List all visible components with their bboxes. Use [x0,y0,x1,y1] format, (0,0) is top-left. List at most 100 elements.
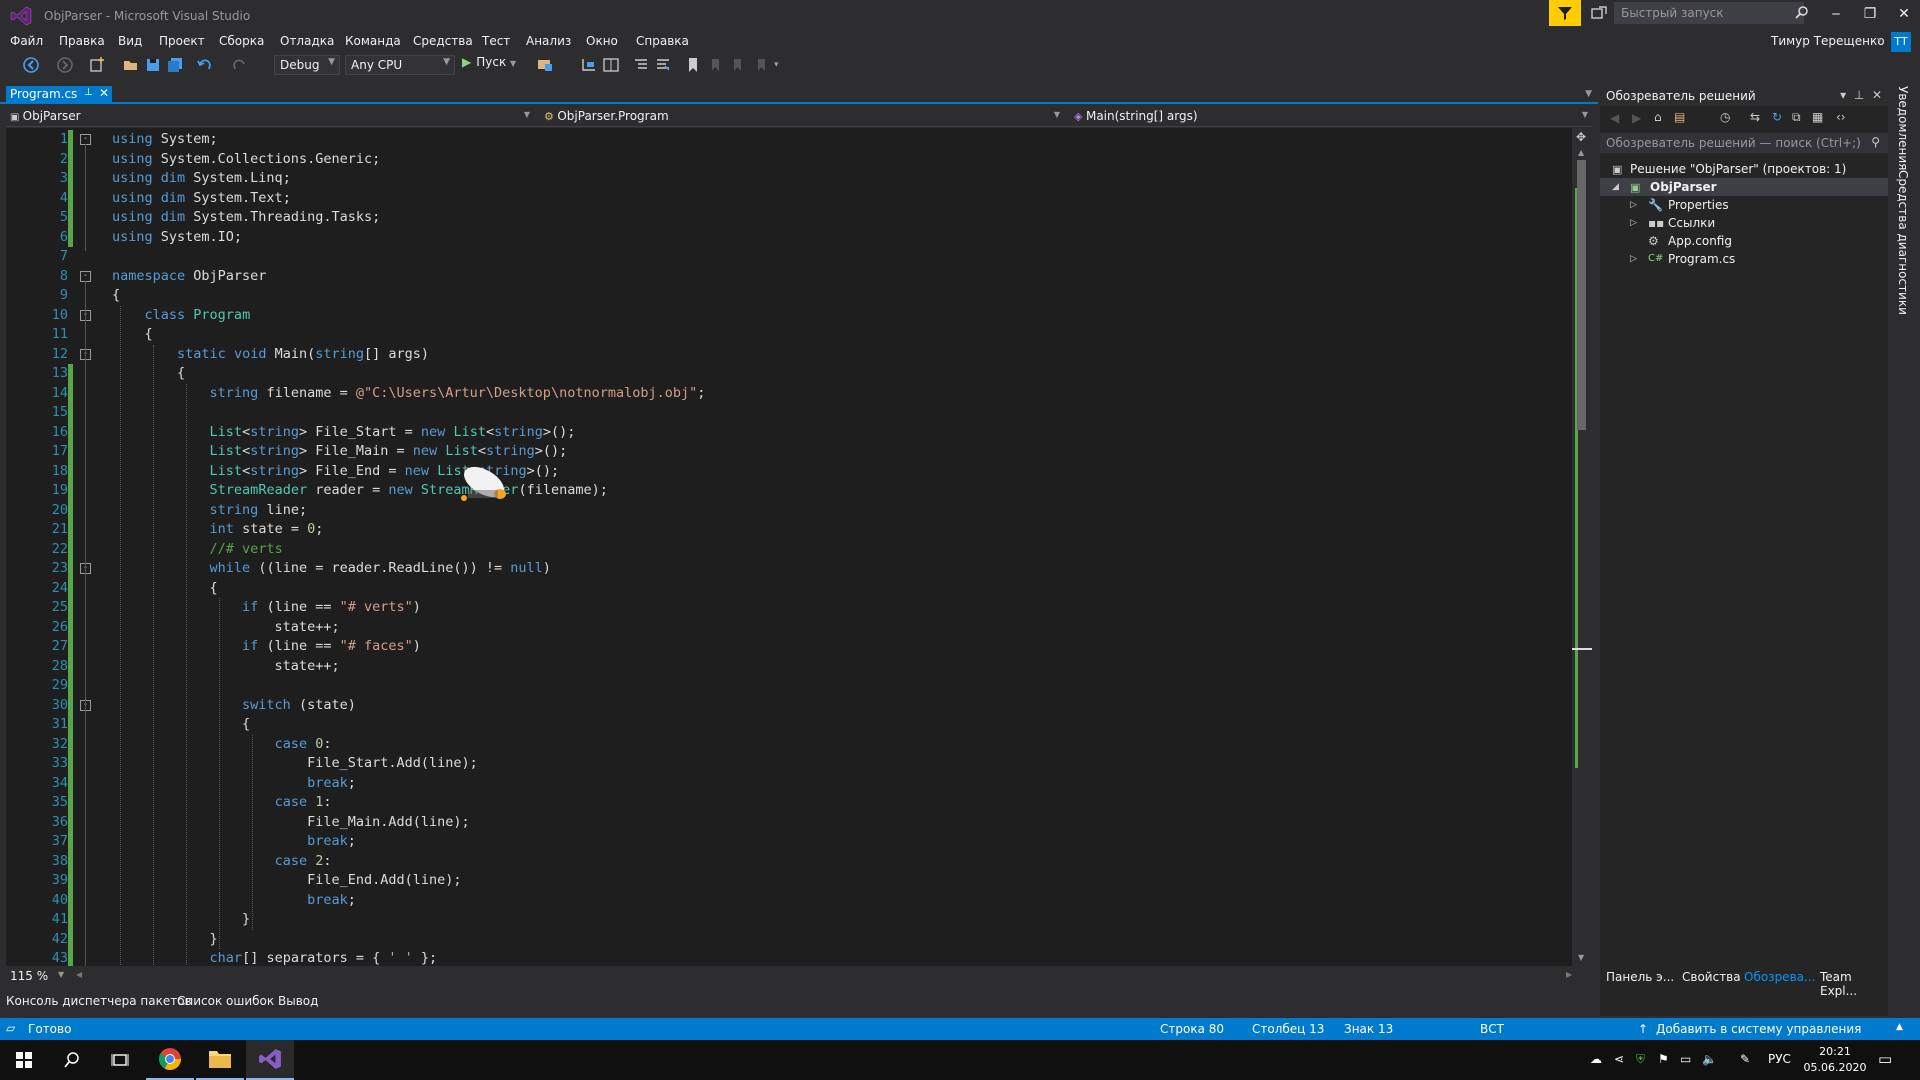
tab-error-list[interactable]: Список ошибок [177,994,274,1008]
close-button[interactable]: ✕ [1890,2,1918,26]
undo-icon[interactable] [196,56,214,74]
menu-edit[interactable]: Правка [59,32,105,50]
menu-file[interactable]: Файл [10,32,43,50]
sync-icon[interactable]: ⇆ [1750,110,1760,124]
code-line[interactable]: { [6,579,1574,599]
restore-button[interactable]: ❐ [1856,2,1884,26]
scroll-right-icon[interactable]: ▶ [1566,970,1572,979]
code-line[interactable]: { [6,286,1574,306]
code-editor[interactable]: 1 2 3 4 5 6 7 8 9 10 11 12 13 14 15 16 17 18 19 20 21 22 23 24 2… [6,128,1574,966]
onedrive-icon[interactable]: ☁ [1590,1052,1602,1066]
tab-program-cs[interactable]: Program.cs ⊥ ✕ [6,86,112,104]
refresh-icon[interactable]: ↻ [1772,110,1782,124]
code-line[interactable]: state++; [6,657,1574,677]
start-button[interactable] [0,1040,48,1080]
save-all-icon[interactable] [166,56,184,74]
language-indicator[interactable]: РУС [1768,1052,1791,1066]
code-line[interactable]: File_End.Add(line); [6,871,1574,891]
menu-debug[interactable]: Отладка [280,32,334,50]
code-line[interactable]: File_Main.Add(line); [6,813,1574,833]
code-line[interactable]: using dim System.Text; [6,189,1574,209]
code-line[interactable] [6,676,1574,696]
code-line[interactable]: StreamReader reader = new StreamReader(f… [6,481,1574,501]
tree-item-program-cs[interactable]: ▷ C# Program.cs [1600,250,1888,268]
menu-test[interactable]: Тест [482,32,510,50]
zoom-level[interactable]: 115 % [10,969,48,983]
code-line[interactable]: { [6,715,1574,735]
tab-output[interactable]: Вывод [278,994,318,1008]
menu-tools[interactable]: Средства [413,32,473,50]
pin-icon[interactable]: ⊥ [84,87,93,98]
user-menu-chevron-icon[interactable]: ▾ [1877,36,1882,46]
feedback-filter-button[interactable] [1549,0,1581,26]
menu-view[interactable]: Вид [118,32,142,50]
visual-studio-taskbar-app[interactable] [246,1040,294,1080]
menu-team[interactable]: Команда [345,32,401,50]
code-line[interactable]: { [6,325,1574,345]
scroll-thumb[interactable] [1577,160,1586,430]
redo-icon[interactable] [230,56,248,74]
code-line[interactable]: case 0: [6,735,1574,755]
clock[interactable]: 20:21 05.06.2020 [1800,1044,1870,1076]
code-line[interactable]: using dim System.Linq; [6,169,1574,189]
member-dropdown[interactable]: ◈ Main(string[] args) ▼ [1070,108,1592,126]
avatar[interactable]: ТТ [1891,32,1911,52]
scroll-left-icon[interactable]: ◀ [76,970,82,979]
code-line[interactable]: List<string> File_Main = new List<string… [6,442,1574,462]
split-window-icon[interactable]: ✥ [1576,130,1586,144]
step-icon[interactable] [580,56,598,74]
code-line[interactable]: string line; [6,501,1574,521]
search-icon[interactable] [1795,5,1809,19]
tab-package-manager-console[interactable]: Консоль диспетчера пакетов [6,994,192,1008]
expanded-icon[interactable]: ◢ [1612,178,1619,196]
open-file-icon[interactable] [122,56,140,74]
code-line[interactable]: } [6,930,1574,950]
home-icon[interactable]: ⌂ [1654,110,1662,124]
menu-analyze[interactable]: Анализ [526,32,571,50]
code-line[interactable]: } [6,910,1574,930]
code-line[interactable] [6,403,1574,423]
window-layout-icon[interactable] [602,56,620,74]
toolbar-overflow-icon[interactable]: ▾ [774,60,779,70]
upload-icon[interactable]: ↑ [1638,1022,1648,1036]
forward-icon[interactable]: ▶ [1632,111,1641,125]
navigate-forward-icon[interactable] [56,56,74,74]
view-code-icon[interactable]: ‹› [1836,110,1846,124]
code-line[interactable]: if (line == "# verts") [6,598,1574,618]
code-line[interactable]: char[] separators = { ' ' }; [6,949,1574,966]
collapsed-icon[interactable]: ▷ [1630,214,1637,232]
chevron-down-icon[interactable]: ▼ [58,970,64,979]
code-line[interactable]: static void Main(string[] args)- [6,345,1574,365]
close-tab-icon[interactable]: ✕ [99,86,109,100]
live-share-icon[interactable] [1590,5,1608,21]
network-icon[interactable]: ⋖ [1614,1052,1624,1066]
task-view-button[interactable] [96,1040,144,1080]
scroll-down-icon[interactable]: ▼ [1578,953,1584,962]
show-all-files-icon[interactable]: ▦ [1812,110,1823,124]
search-button[interactable] [48,1040,96,1080]
tab-overflow-chevron-icon[interactable]: ▼ [1585,89,1592,99]
user-name[interactable]: Тимур Терещенко [1771,34,1885,48]
tab-properties[interactable]: Свойства [1682,970,1741,984]
flag-icon[interactable]: ⚑ [1658,1052,1669,1066]
file-explorer-taskbar-app[interactable] [196,1040,244,1080]
tree-item-properties[interactable]: ▷ 🔧 Properties [1600,196,1888,214]
tab-diagnostic-tools[interactable]: Средства диагностики [1896,170,1910,315]
tab-team-explorer[interactable]: Team Expl... [1820,970,1888,998]
code-line[interactable]: //# verts [6,540,1574,560]
code-line[interactable]: class Program- [6,306,1574,326]
code-line[interactable]: using System.IO; [6,228,1574,248]
next-bookmark-icon[interactable] [728,56,746,74]
code-line[interactable]: { [6,364,1574,384]
code-line[interactable]: File_Start.Add(line); [6,754,1574,774]
project-dropdown[interactable]: ▣ ObjParser ▼ [6,108,534,126]
menu-window[interactable]: Окно [586,32,618,50]
pending-changes-filter-icon[interactable]: ◷ [1720,110,1730,124]
tab-notifications[interactable]: Уведомления [1896,86,1910,170]
display-icon[interactable]: ▭ [1680,1052,1691,1066]
code-line[interactable]: case 1: [6,793,1574,813]
code-line[interactable]: break; [6,832,1574,852]
code-line[interactable]: break; [6,891,1574,911]
chevron-up-icon[interactable]: ▲ [1896,1022,1903,1032]
tree-item-references[interactable]: ▷ ▪▪ Ссылки [1600,214,1888,232]
